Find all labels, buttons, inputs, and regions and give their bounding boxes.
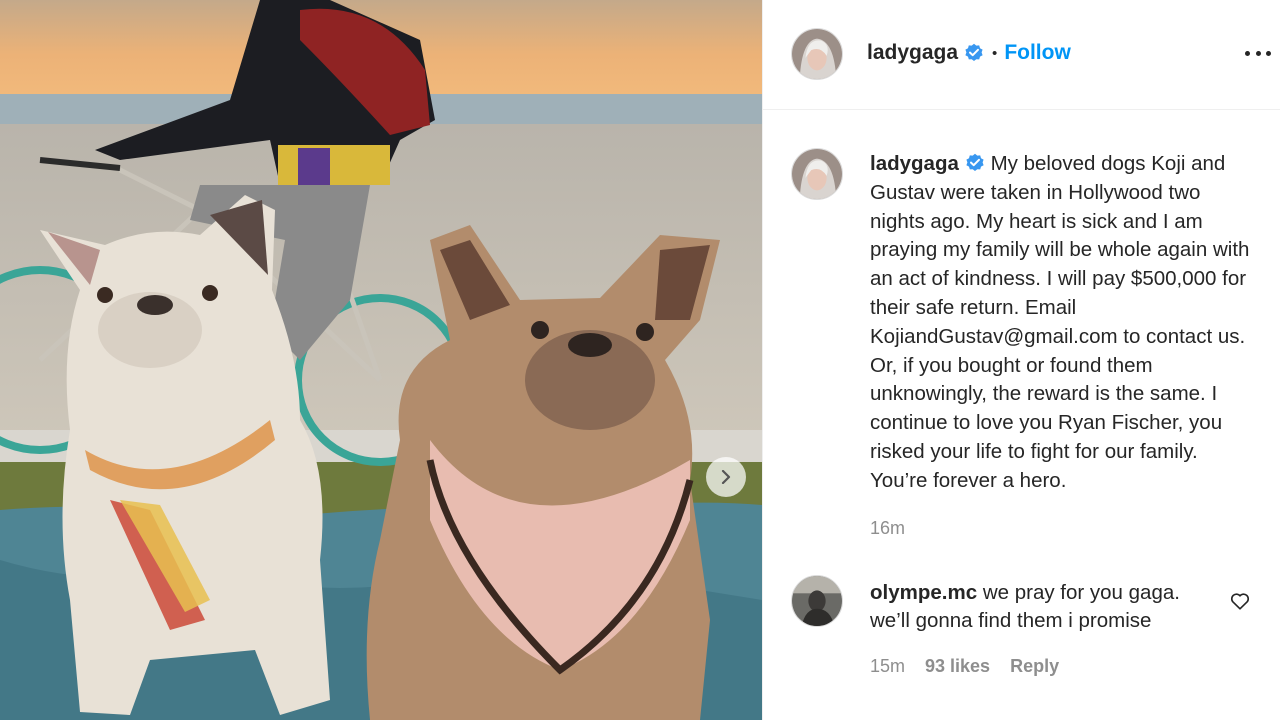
comment-timestamp[interactable]: 15m [870, 656, 905, 677]
more-horizontal-icon [1245, 50, 1250, 56]
author-avatar[interactable] [791, 28, 843, 80]
caption-timestamp[interactable]: 16m [870, 518, 905, 539]
chevron-right-icon [721, 470, 731, 484]
verified-badge-icon [965, 43, 983, 61]
post-sidebar: ladygaga • Follow ladygaga My beloved do… [762, 0, 1280, 720]
next-photo-button[interactable] [706, 457, 746, 497]
separator-dot: • [992, 44, 998, 62]
caption-author-avatar[interactable] [791, 148, 843, 200]
heart-icon[interactable] [1229, 590, 1251, 612]
reply-button[interactable]: Reply [1010, 656, 1059, 677]
post-photo [0, 0, 762, 720]
post-image [0, 0, 762, 720]
comment-likes[interactable]: 93 likes [925, 656, 990, 677]
post-caption: ladygaga My beloved dogs Koji and Gustav… [870, 150, 1260, 496]
comment-meta: 15m 93 likes Reply [870, 656, 1079, 677]
author-username[interactable]: ladygaga [867, 41, 958, 65]
post-header: ladygaga • Follow [763, 0, 1280, 110]
verified-badge-icon [966, 153, 984, 171]
commenter-avatar[interactable] [791, 575, 843, 627]
comment-body: olympe.mc we pray for you gaga. we’ll go… [870, 579, 1200, 635]
caption-username[interactable]: ladygaga [870, 152, 959, 175]
more-options-button[interactable] [1245, 42, 1271, 64]
commenter-username[interactable]: olympe.mc [870, 581, 977, 604]
caption-text: My beloved dogs Koji and Gustav were tak… [870, 152, 1250, 492]
header-user-line: ladygaga • Follow [867, 40, 1071, 66]
follow-button[interactable]: Follow [1004, 41, 1071, 65]
